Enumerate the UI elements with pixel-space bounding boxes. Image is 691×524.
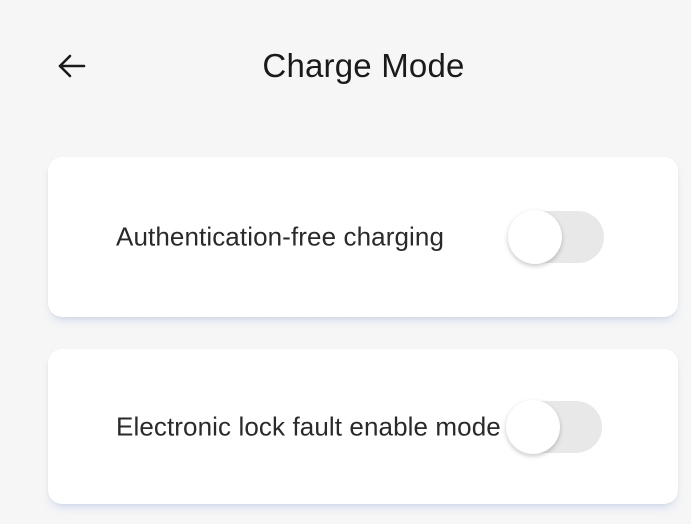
setting-card-electronic-lock-fault-enable-mode: Electronic lock fault enable mode [48,349,678,504]
electronic-lock-fault-enable-mode-toggle[interactable] [506,399,602,454]
charge-mode-screen: Charge Mode Authentication-free charging… [0,0,691,524]
toggle-knob [506,399,560,454]
header: Charge Mode [0,0,691,140]
page-title: Charge Mode [262,47,465,84]
setting-label: Authentication-free charging [116,221,445,252]
setting-label: Electronic lock fault enable mode [116,411,501,441]
authentication-free-charging-toggle[interactable] [508,210,604,264]
toggle-knob [508,210,562,264]
setting-card-authentication-free-charging: Authentication-free charging [48,157,678,317]
